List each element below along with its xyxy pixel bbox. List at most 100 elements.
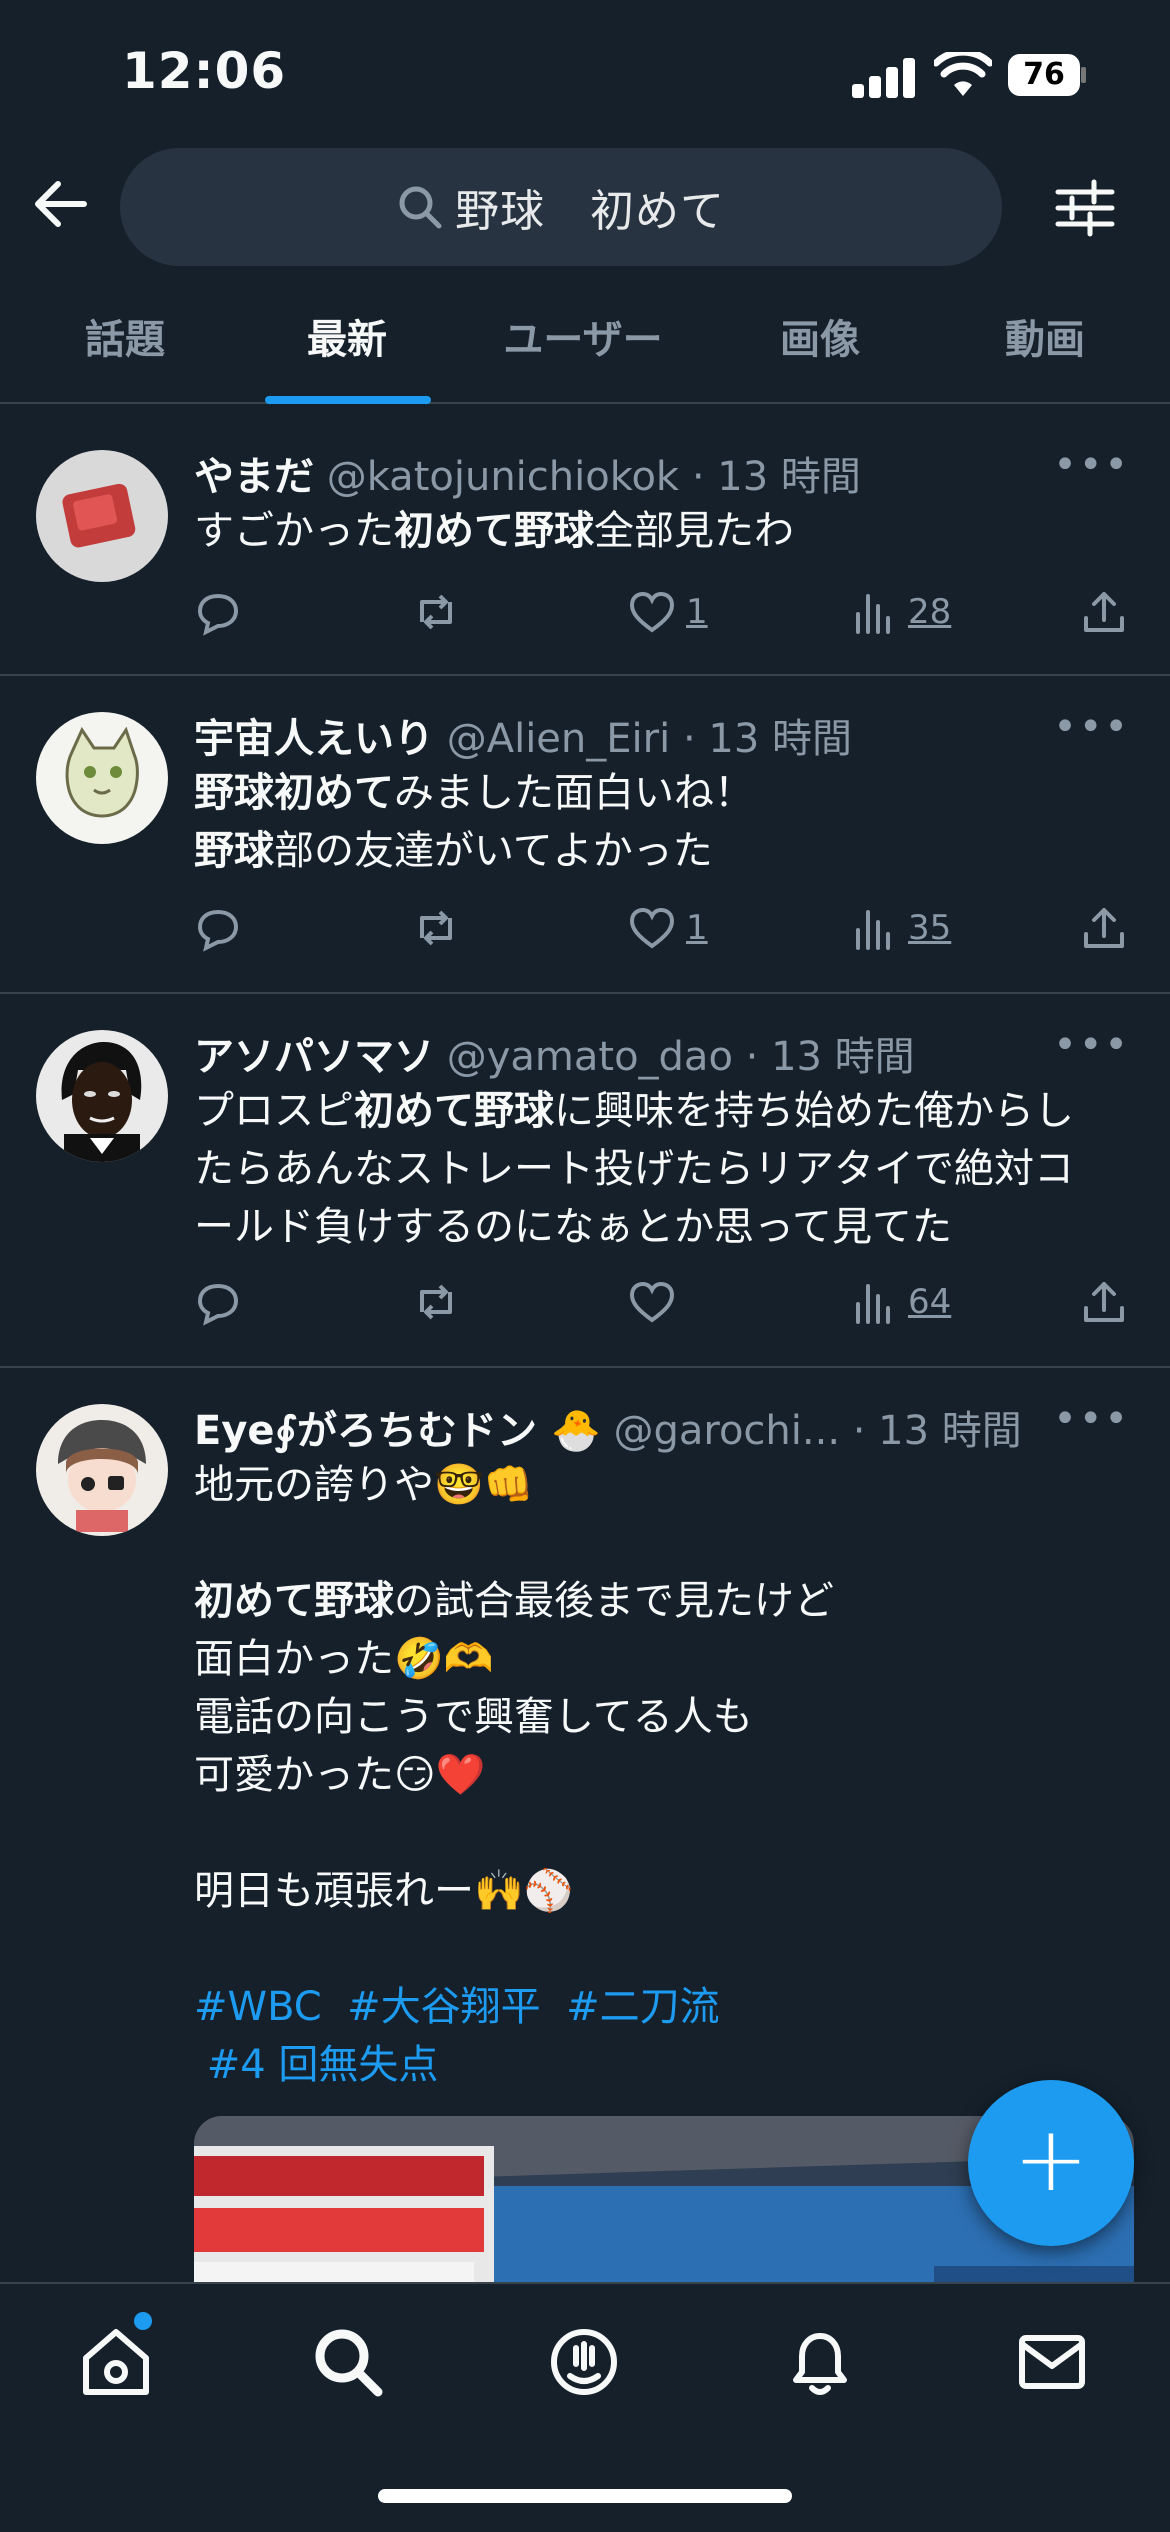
views-button[interactable]: 28 <box>850 582 951 642</box>
cellular-signal-icon <box>852 56 916 98</box>
tweet-time: · 13 時間 <box>745 1034 915 1080</box>
battery-icon: 76 <box>1008 54 1086 96</box>
tweet-actions: 64 <box>194 1272 1130 1332</box>
messages-icon[interactable] <box>1014 2324 1090 2400</box>
hashtag-link[interactable]: #二刀流 <box>566 1984 720 2030</box>
analytics-icon <box>856 594 890 634</box>
tweet[interactable]: やまだ @katojunichiokok · 13 時間 ••• すごかった初め… <box>0 414 1170 676</box>
author-name[interactable]: アソパソマソ <box>194 1034 434 1080</box>
author-name[interactable]: Eye∮がろちむドン <box>194 1408 537 1454</box>
avatar[interactable] <box>36 1030 168 1162</box>
notification-dot <box>134 2312 152 2330</box>
status-bar: 12:06 76 <box>0 0 1170 140</box>
tab-users[interactable]: ユーザー <box>478 280 688 402</box>
tweet-text-line: 面白かった🤣🫶 <box>194 1636 494 1682</box>
analytics-icon <box>856 1284 890 1324</box>
reply-button[interactable] <box>194 1272 242 1332</box>
active-tab-indicator <box>265 396 431 404</box>
hashtag-link[interactable]: #WBC <box>194 1984 322 2030</box>
retweet-button[interactable] <box>412 1272 460 1332</box>
analytics-icon <box>856 910 890 950</box>
share-icon <box>1084 908 1124 948</box>
author-handle[interactable]: @katojunichiokok <box>327 454 679 500</box>
filter-settings-icon[interactable] <box>1054 178 1116 238</box>
search-input[interactable]: 野球 初めて <box>120 148 1002 266</box>
spaces-icon[interactable] <box>546 2324 622 2400</box>
avatar[interactable] <box>36 1404 168 1536</box>
tweet-time: · 13 時間 <box>682 716 852 762</box>
tweet-text-line: 地元の誇りや🤓👊 <box>194 1462 534 1508</box>
heart-icon <box>629 1281 675 1323</box>
heart-icon <box>629 591 675 633</box>
retweet-icon <box>420 910 452 946</box>
hashtag-link[interactable]: #大谷翔平 <box>347 1984 541 2030</box>
tweet[interactable]: アソパソマソ @yamato_dao · 13 時間 ••• プロスピ初めて野球… <box>0 994 1170 1368</box>
heart-icon <box>629 907 675 949</box>
tab-latest[interactable]: 最新 <box>262 280 432 402</box>
tweet-time: · 13 時間 <box>691 454 861 500</box>
tab-trending[interactable]: 話題 <box>40 280 210 402</box>
home-indicator <box>378 2489 792 2503</box>
tweet[interactable]: 宇宙人えいり @Alien_Eiri · 13 時間 ••• 野球初めてみました… <box>0 676 1170 994</box>
reply-icon <box>197 909 239 952</box>
view-count: 35 <box>908 908 952 948</box>
author-name[interactable]: 宇宙人えいり <box>194 716 434 762</box>
tweet-text-line: ールド負けするのになぁとか思って見てた <box>194 1204 952 1250</box>
tweet-text-line: 明日も頑張れー🙌⚾ <box>194 1868 574 1914</box>
search-icon <box>399 186 442 229</box>
back-arrow-icon[interactable] <box>30 174 90 234</box>
search-tabs: 話題 最新 ユーザー 画像 動画 <box>0 280 1170 404</box>
tweet-text-line: 野球初めてみました面白いね！ <box>194 770 754 816</box>
wifi-icon <box>934 52 992 96</box>
tweet-time: · 13 時間 <box>852 1408 1022 1454</box>
plus-icon: + <box>1013 2107 1089 2212</box>
tweet-text-line: 初めて野球の試合最後まで見たけど <box>194 1578 834 1624</box>
more-options-icon[interactable]: ••• <box>1053 704 1130 750</box>
author-handle[interactable]: @Alien_Eiri <box>447 716 671 762</box>
more-options-icon[interactable]: ••• <box>1053 1022 1130 1068</box>
view-count: 64 <box>908 1282 952 1322</box>
more-options-icon[interactable]: ••• <box>1053 442 1130 488</box>
tweet-actions: 1 35 <box>194 898 1130 958</box>
like-button[interactable]: 1 <box>628 898 708 958</box>
retweet-icon <box>420 1284 452 1320</box>
share-button[interactable] <box>1080 1272 1128 1332</box>
author-handle[interactable]: @garochi... <box>613 1408 840 1454</box>
compose-tweet-button[interactable]: + <box>968 2080 1134 2246</box>
tweet-text-line: すごかった初めて野球全部見たわ <box>194 508 794 554</box>
tweet-text-line: 電話の向こうで興奮してる人も <box>194 1694 753 1740</box>
tab-images[interactable]: 画像 <box>740 280 900 402</box>
reply-icon <box>197 593 239 636</box>
share-icon <box>1084 592 1124 632</box>
author-handle[interactable]: @yamato_dao <box>447 1034 733 1080</box>
reply-button[interactable] <box>194 898 242 958</box>
share-button[interactable] <box>1080 582 1128 642</box>
retweet-button[interactable] <box>412 582 460 642</box>
author-name[interactable]: やまだ <box>194 454 314 500</box>
tweet-text-line: プロスピ初めて野球に興味を持ち始めた俺からし <box>194 1088 1074 1134</box>
tweet-actions: 1 28 <box>194 582 1130 642</box>
views-button[interactable]: 64 <box>850 1272 951 1332</box>
share-button[interactable] <box>1080 898 1128 958</box>
retweet-button[interactable] <box>412 898 460 958</box>
more-options-icon[interactable]: ••• <box>1053 1396 1130 1442</box>
reply-button[interactable] <box>194 582 242 642</box>
hashtag-link[interactable]: #4 回無失点 <box>207 2042 439 2088</box>
views-button[interactable]: 35 <box>850 898 951 958</box>
share-icon <box>1084 1282 1124 1322</box>
like-count: 1 <box>686 908 708 948</box>
home-icon[interactable] <box>78 2324 154 2400</box>
reply-icon <box>197 1283 239 1326</box>
avatar[interactable] <box>36 712 168 844</box>
retweet-icon <box>420 594 452 630</box>
notifications-bell-icon[interactable] <box>782 2324 858 2400</box>
avatar[interactable] <box>36 450 168 582</box>
tab-videos[interactable]: 動画 <box>960 280 1130 402</box>
like-button[interactable]: 1 <box>628 582 708 642</box>
tweet-text-line: 野球部の友達がいてよかった <box>194 828 713 874</box>
search-query: 野球 初めて <box>455 186 725 237</box>
tweet-text-line: 可愛かった😏❤️ <box>194 1752 486 1798</box>
view-count: 28 <box>908 592 952 632</box>
search-icon[interactable] <box>310 2324 386 2400</box>
like-button[interactable] <box>628 1272 676 1332</box>
